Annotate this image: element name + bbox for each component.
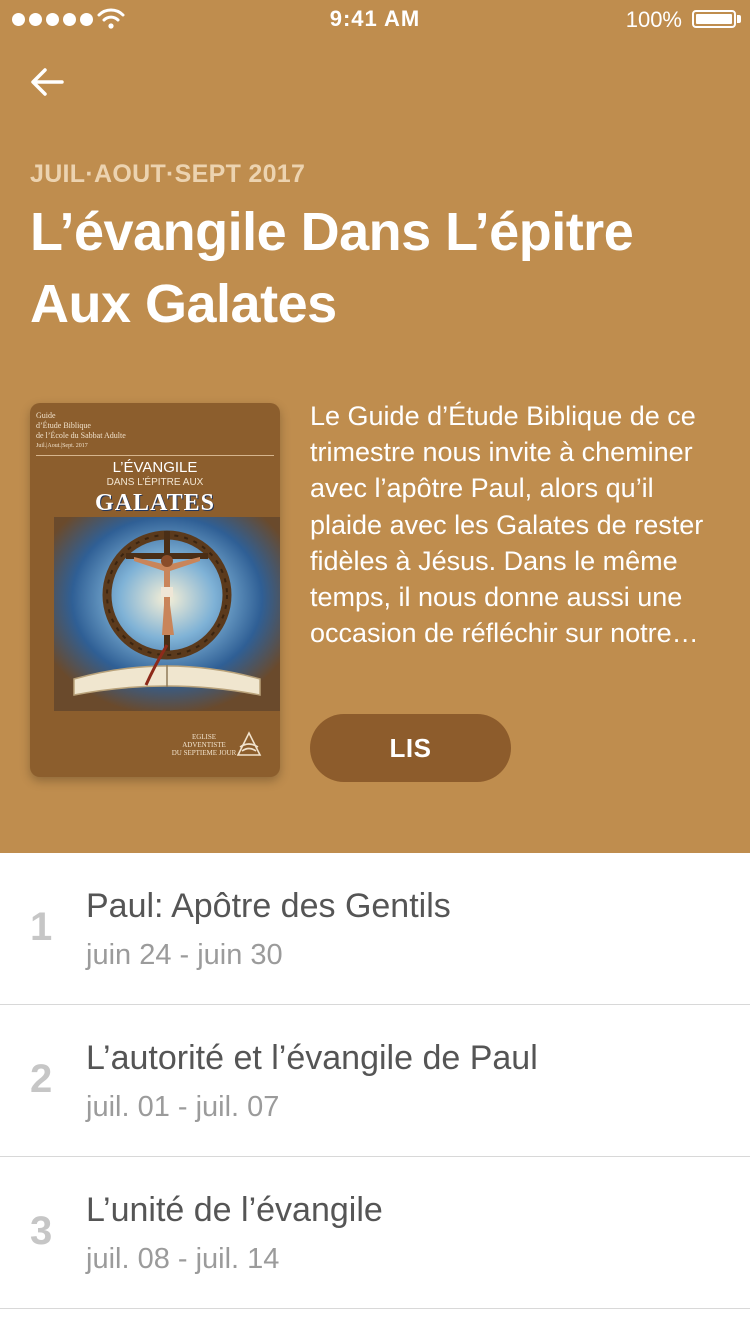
header: 9:41 AM 100% JUIL·AOUT·SEPT 2017 L’évang… (0, 0, 750, 853)
lesson-list: 1 Paul: Apôtre des Gentils juin 24 - jui… (0, 853, 750, 1309)
cover-dates: Juil.|Aout.|Sept. 2017 (36, 443, 88, 449)
lesson-title: L’autorité et l’évangile de Paul (86, 1039, 538, 1077)
lesson-dates: juil. 08 - juil. 14 (86, 1243, 280, 1275)
lesson-item-1[interactable]: 1 Paul: Apôtre des Gentils juin 24 - jui… (0, 853, 750, 1005)
lesson-title: L’unité de l’évangile (86, 1191, 383, 1229)
read-button[interactable]: LIS (310, 714, 511, 782)
battery-tip (737, 15, 741, 23)
quarterly-cover[interactable]: Guide d’Étude Biblique de l’École du Sab… (30, 403, 280, 777)
quarter-dates: JUIL·AOUT·SEPT 2017 (30, 160, 306, 188)
lesson-number: 1 (30, 905, 53, 949)
battery-icon (692, 10, 736, 28)
cover-title-line3: GALATES (95, 490, 215, 516)
back-arrow-icon[interactable] (26, 60, 70, 104)
cover-publisher: EGLISE ADVENTISTE DU SEPTIEME JOUR (171, 733, 237, 757)
battery-percent: 100% (625, 7, 682, 32)
quarterly-description: Le Guide d’Étude Biblique de ce trimestr… (310, 401, 704, 649)
lesson-dates: juil. 01 - juil. 07 (86, 1091, 280, 1123)
cover-guide-text: Guide d’Étude Biblique de l’École du Sab… (36, 411, 126, 440)
cover-title-line1: L’ÉVANGILE (112, 459, 198, 476)
lesson-item-2[interactable]: 2 L’autorité et l’évangile de Paul juil.… (0, 1005, 750, 1157)
quarterly-title: L’évangile Dans L’épitre Aux Galates (30, 202, 634, 334)
lesson-number: 2 (30, 1057, 53, 1101)
lesson-number: 3 (30, 1209, 53, 1253)
cover-crucifixion-image (54, 517, 280, 711)
status-bar: 9:41 AM 100% (0, 0, 750, 40)
lesson-title: Paul: Apôtre des Gentils (86, 887, 451, 925)
cover-divider (36, 455, 274, 456)
cover-title-line2: DANS L’ÉPITRE AUX (106, 477, 204, 488)
lesson-item-3[interactable]: 3 L’unité de l’évangile juil. 08 - juil.… (0, 1157, 750, 1309)
church-logo-icon (236, 731, 262, 756)
lesson-dates: juin 24 - juin 30 (86, 939, 283, 971)
